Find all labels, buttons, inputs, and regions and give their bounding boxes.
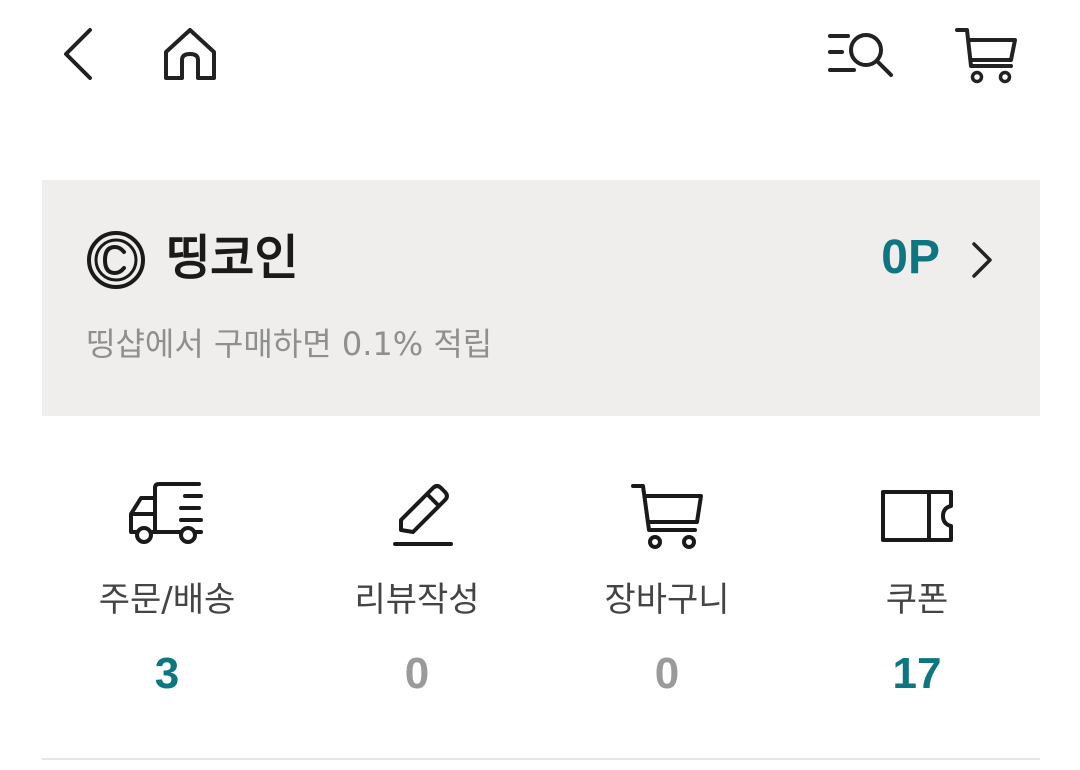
section-divider xyxy=(42,758,1040,760)
coin-balance[interactable]: 0P xyxy=(881,226,940,290)
cart-button[interactable] xyxy=(955,26,1019,86)
menu-item-cart[interactable]: 장바구니 0 xyxy=(542,460,792,710)
cart-icon xyxy=(955,28,1017,84)
menu-label-cart: 장바구니 xyxy=(604,580,730,620)
quick-menu: 주문/배송 3 리뷰작성 0 장바구니 0 쿠폰 17 xyxy=(42,460,1040,710)
delivery-truck-icon xyxy=(129,482,203,544)
menu-label-orders: 주문/배송 xyxy=(98,580,236,620)
back-arrow-icon xyxy=(64,28,92,80)
menu-count-orders: 3 xyxy=(154,649,180,698)
menu-item-orders[interactable]: 주문/배송 3 xyxy=(42,460,292,710)
coupon-icon xyxy=(881,490,953,542)
back-button[interactable] xyxy=(58,26,102,82)
coin-summary-card[interactable]: 띵코인 0P 띵샵에서 구매하면 0.1% 적립 xyxy=(42,180,1040,416)
menu-label-reviews: 리뷰작성 xyxy=(354,580,480,620)
menu-count-reviews: 0 xyxy=(404,649,430,698)
home-button[interactable] xyxy=(160,24,220,84)
coin-description: 띵샵에서 구매하면 0.1% 적립 xyxy=(86,325,493,363)
menu-item-reviews[interactable]: 리뷰작성 0 xyxy=(292,460,542,710)
top-navigation-bar xyxy=(0,0,1080,110)
search-menu-button[interactable] xyxy=(828,28,896,82)
chevron-right-icon[interactable] xyxy=(968,240,996,280)
menu-count-coupons: 17 xyxy=(892,649,942,698)
search-menu-icon xyxy=(828,33,893,77)
copyright-coin-icon xyxy=(87,231,145,289)
menu-item-coupons[interactable]: 쿠폰 17 xyxy=(792,460,1042,710)
pencil-icon xyxy=(393,484,453,546)
home-icon xyxy=(164,28,216,80)
my-page-screen: 띵코인 0P 띵샵에서 구매하면 0.1% 적립 주문/배송 3 리뷰작성 0 … xyxy=(0,0,1080,770)
coin-title: 띵코인 xyxy=(166,230,299,286)
cart-icon xyxy=(631,484,703,549)
menu-count-cart: 0 xyxy=(654,649,680,698)
menu-label-coupons: 쿠폰 xyxy=(885,580,949,620)
